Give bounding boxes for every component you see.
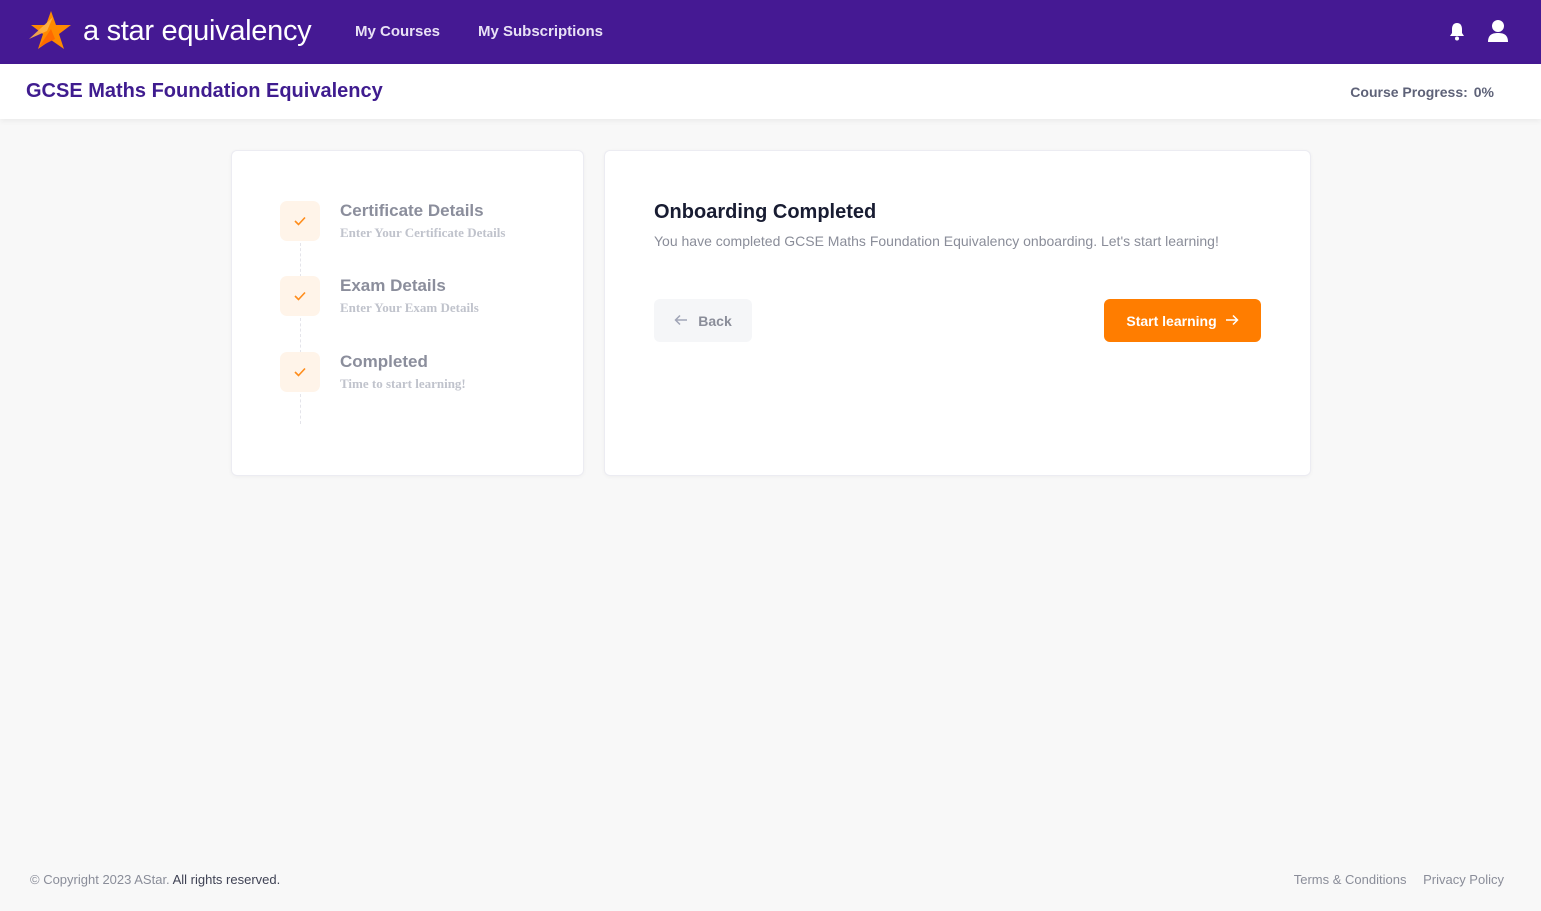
step-connector	[300, 243, 301, 277]
step-title: Exam Details	[340, 276, 446, 295]
course-header: GCSE Maths Foundation Equivalency Course…	[0, 64, 1541, 119]
onboarding-title: Onboarding Completed	[654, 201, 877, 223]
terms-link[interactable]: Terms & Conditions	[1294, 872, 1407, 887]
check-icon	[280, 276, 320, 316]
privacy-link[interactable]: Privacy Policy	[1423, 872, 1504, 887]
bell-icon[interactable]	[1447, 21, 1467, 46]
brand-name: a star equivalency	[83, 14, 312, 47]
back-button-label: Back	[698, 312, 732, 329]
step-connector	[300, 394, 301, 424]
start-learning-button[interactable]: Start learning	[1104, 299, 1261, 342]
course-progress: Course Progress: 0%	[1350, 84, 1494, 100]
step-title: Certificate Details	[340, 201, 484, 220]
step-description: Enter Your Exam Details	[340, 300, 479, 315]
step-title: Completed	[340, 352, 428, 371]
user-icon[interactable]	[1487, 19, 1509, 48]
step-certificate-details: Certificate Details Enter Your Certifica…	[280, 201, 570, 243]
nav-my-subscriptions[interactable]: My Subscriptions	[478, 23, 603, 40]
course-progress-value: 0%	[1473, 84, 1494, 100]
step-description: Time to start learning!	[340, 376, 466, 391]
step-exam-details: Exam Details Enter Your Exam Details	[280, 276, 570, 318]
arrow-right-icon	[1225, 313, 1239, 329]
onboarding-complete-card: Onboarding Completed You have completed …	[604, 150, 1311, 476]
onboarding-steps-card: Certificate Details Enter Your Certifica…	[231, 150, 584, 476]
step-completed: Completed Time to start learning!	[280, 352, 570, 394]
course-progress-label: Course Progress:	[1350, 84, 1468, 100]
nav-my-courses[interactable]: My Courses	[355, 23, 440, 40]
step-description: Enter Your Certificate Details	[340, 225, 506, 240]
footer-links: Terms & Conditions Privacy Policy	[1281, 872, 1504, 887]
check-icon	[280, 201, 320, 241]
check-icon	[280, 352, 320, 392]
top-navbar: a star equivalency My Courses My Subscri…	[0, 0, 1541, 64]
footer-copyright: © Copyright 2023 AStar. All rights reser…	[30, 872, 280, 887]
back-button[interactable]: Back	[654, 299, 752, 342]
rights-text: All rights reserved.	[172, 872, 281, 887]
page-title: GCSE Maths Foundation Equivalency	[26, 80, 383, 102]
brand-logo[interactable]: a star equivalency	[25, 9, 312, 53]
step-connector	[300, 318, 301, 353]
onboarding-message: You have completed GCSE Maths Foundation…	[654, 233, 1219, 249]
start-learning-label: Start learning	[1126, 312, 1217, 329]
star-logo-icon	[29, 11, 71, 49]
copyright-text: © Copyright 2023 AStar.	[30, 872, 170, 887]
arrow-left-icon	[674, 313, 688, 329]
